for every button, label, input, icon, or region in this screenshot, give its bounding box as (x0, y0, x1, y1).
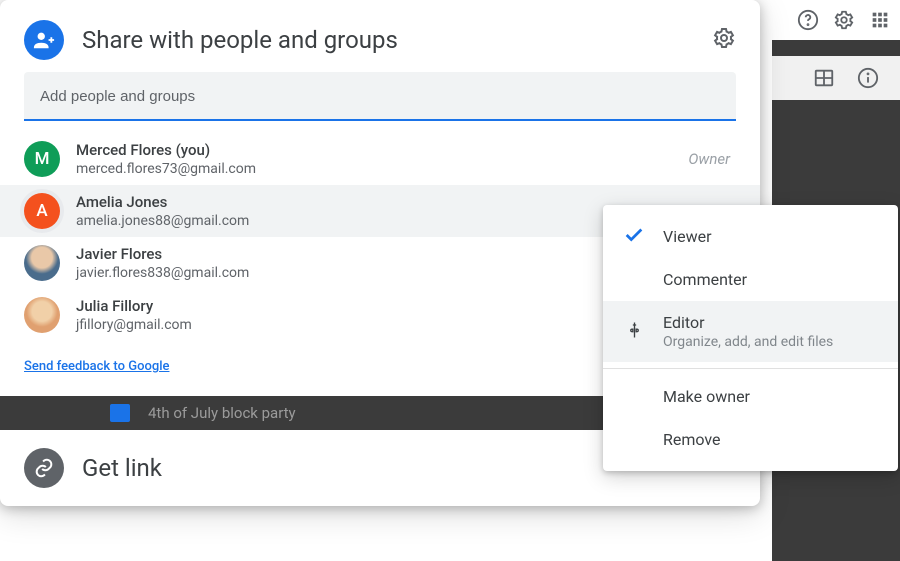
help-icon[interactable] (796, 8, 820, 32)
dialog-header: Share with people and groups (0, 0, 760, 72)
send-feedback-link[interactable]: Send feedback to Google (24, 359, 169, 374)
dropdown-item-commenter[interactable]: Commenter (603, 258, 898, 301)
avatar: M (24, 141, 60, 177)
grid-view-icon[interactable] (812, 66, 836, 90)
dropdown-sublabel: Organize, add, and edit files (663, 334, 833, 350)
calendar-icon (110, 404, 130, 422)
settings-gear-icon[interactable] (832, 8, 856, 32)
info-icon[interactable] (856, 66, 880, 90)
check-icon (623, 224, 645, 250)
person-name: Merced Flores (you) (76, 141, 672, 159)
person-email: merced.flores73@gmail.com (76, 161, 672, 177)
avatar (24, 245, 60, 281)
dropdown-label: Editor (663, 313, 833, 332)
role-dropdown: Viewer Commenter Editor Organize, add, a… (603, 205, 898, 471)
avatar: A (24, 193, 60, 229)
dropdown-label: Make owner (663, 387, 750, 406)
background-toolbar-secondary (772, 56, 900, 100)
person-info: Merced Flores (you) merced.flores73@gmai… (76, 141, 672, 177)
dropdown-label: Commenter (663, 270, 747, 289)
cursor-icon (627, 320, 647, 344)
avatar (24, 297, 60, 333)
dropdown-label: Viewer (663, 227, 712, 246)
add-people-input[interactable] (40, 88, 720, 105)
background-toolbar (772, 0, 900, 40)
dropdown-item-remove[interactable]: Remove (603, 418, 898, 461)
dropdown-separator (603, 368, 898, 369)
person-row-owner: M Merced Flores (you) merced.flores73@gm… (0, 133, 760, 185)
person-add-icon (24, 20, 64, 60)
dropdown-item-viewer[interactable]: Viewer (603, 215, 898, 258)
dropdown-label: Remove (663, 430, 721, 449)
share-settings-button[interactable] (712, 26, 736, 54)
background-row-text: 4th of July block party (148, 404, 296, 422)
get-link-title: Get link (82, 454, 162, 482)
role-owner-label: Owner (688, 150, 730, 168)
add-people-field[interactable] (24, 72, 736, 121)
apps-grid-icon[interactable] (868, 8, 892, 32)
dialog-title: Share with people and groups (82, 26, 694, 54)
link-icon (24, 448, 64, 488)
dropdown-item-editor[interactable]: Editor Organize, add, and edit files (603, 301, 898, 362)
dropdown-item-make-owner[interactable]: Make owner (603, 375, 898, 418)
